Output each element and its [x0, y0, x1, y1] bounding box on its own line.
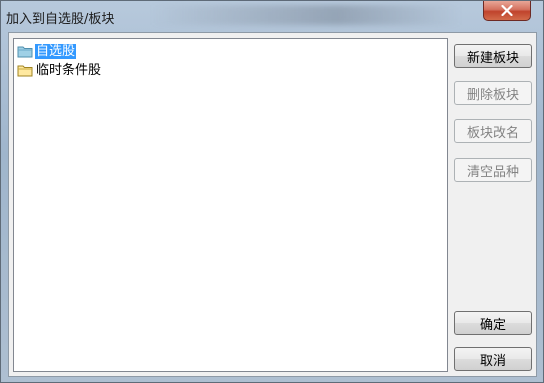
delete-block-button[interactable]: 删除板块	[454, 81, 532, 105]
rename-block-button[interactable]: 板块改名	[454, 119, 532, 143]
clear-items-button[interactable]: 清空品种	[454, 158, 532, 182]
folder-icon	[17, 65, 33, 77]
title-bar[interactable]: 加入到自选股/板块	[1, 1, 543, 31]
close-icon	[501, 5, 513, 16]
window-title: 加入到自选股/板块	[6, 12, 115, 27]
dialog-body: 自选股 临时条件股 新建板块 删除板块 板块改名 清空品种 确定 取消	[8, 32, 537, 377]
block-tree[interactable]: 自选股 临时条件股	[13, 38, 448, 372]
tree-item-label: 自选股	[35, 44, 77, 59]
ok-button[interactable]: 确定	[454, 311, 532, 335]
tree-item-temp-condition[interactable]: 临时条件股	[17, 62, 102, 79]
tree-item-watchlist[interactable]: 自选股	[17, 43, 77, 60]
cancel-button[interactable]: 取消	[454, 347, 532, 371]
new-block-button[interactable]: 新建板块	[454, 44, 532, 68]
title-bar-background	[151, 5, 461, 25]
close-button[interactable]	[483, 1, 531, 21]
tree-item-label: 临时条件股	[36, 63, 102, 78]
dialog-window: 加入到自选股/板块 自选股 临时条件股 新建板块 删除板块 板块改名 清空品种 …	[0, 0, 544, 383]
folder-open-icon	[17, 46, 33, 58]
